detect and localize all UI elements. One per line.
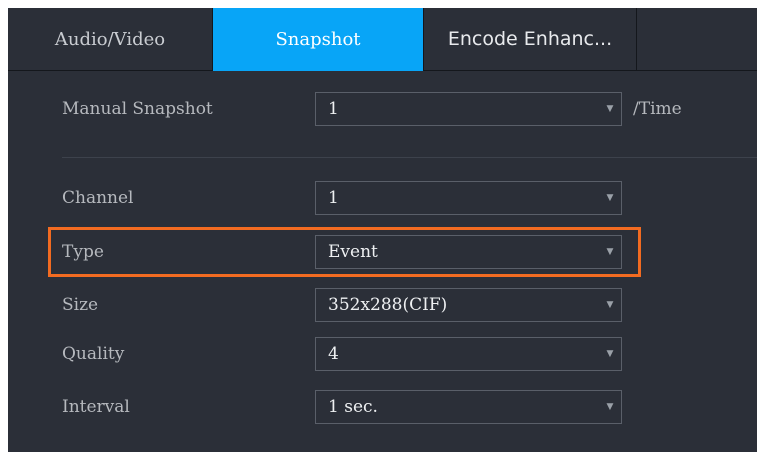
size-value: 352x288(CIF) xyxy=(328,295,448,315)
chevron-down-icon: ▼ xyxy=(606,193,614,203)
tab-bar-filler xyxy=(637,8,757,71)
manual-snapshot-label: Manual Snapshot xyxy=(62,99,213,119)
channel-select[interactable]: 1 ▼ xyxy=(315,181,622,215)
tab-snapshot-label: Snapshot xyxy=(275,29,361,50)
manual-snapshot-value: 1 xyxy=(328,99,339,119)
tab-encode-enhance[interactable]: Encode Enhanc... xyxy=(424,8,637,71)
chevron-down-icon: ▼ xyxy=(606,104,614,114)
chevron-down-icon: ▼ xyxy=(606,349,614,359)
tab-audio-video[interactable]: Audio/Video xyxy=(8,8,213,71)
chevron-down-icon: ▼ xyxy=(606,300,614,310)
quality-select[interactable]: 4 ▼ xyxy=(315,337,622,371)
tab-bar: Audio/Video Snapshot Encode Enhanc... xyxy=(8,8,757,71)
size-label: Size xyxy=(62,295,99,315)
channel-value: 1 xyxy=(328,188,339,208)
quality-label: Quality xyxy=(62,344,125,364)
interval-value: 1 sec. xyxy=(328,397,378,417)
size-select[interactable]: 352x288(CIF) ▼ xyxy=(315,288,622,322)
tab-audio-video-label: Audio/Video xyxy=(54,28,166,50)
manual-snapshot-unit: /Time xyxy=(633,99,682,119)
section-divider xyxy=(62,157,757,158)
type-highlight-box xyxy=(48,227,641,277)
quality-value: 4 xyxy=(328,344,339,364)
tab-snapshot[interactable]: Snapshot xyxy=(213,8,424,71)
interval-label: Interval xyxy=(62,397,130,417)
tab-encode-enhance-label: Encode Enhanc... xyxy=(447,28,613,50)
chevron-down-icon: ▼ xyxy=(606,402,614,412)
snapshot-settings-panel: Audio/Video Snapshot Encode Enhanc... Ma… xyxy=(8,8,757,452)
manual-snapshot-select[interactable]: 1 ▼ xyxy=(315,92,622,126)
channel-label: Channel xyxy=(62,188,134,208)
interval-select[interactable]: 1 sec. ▼ xyxy=(315,390,622,424)
